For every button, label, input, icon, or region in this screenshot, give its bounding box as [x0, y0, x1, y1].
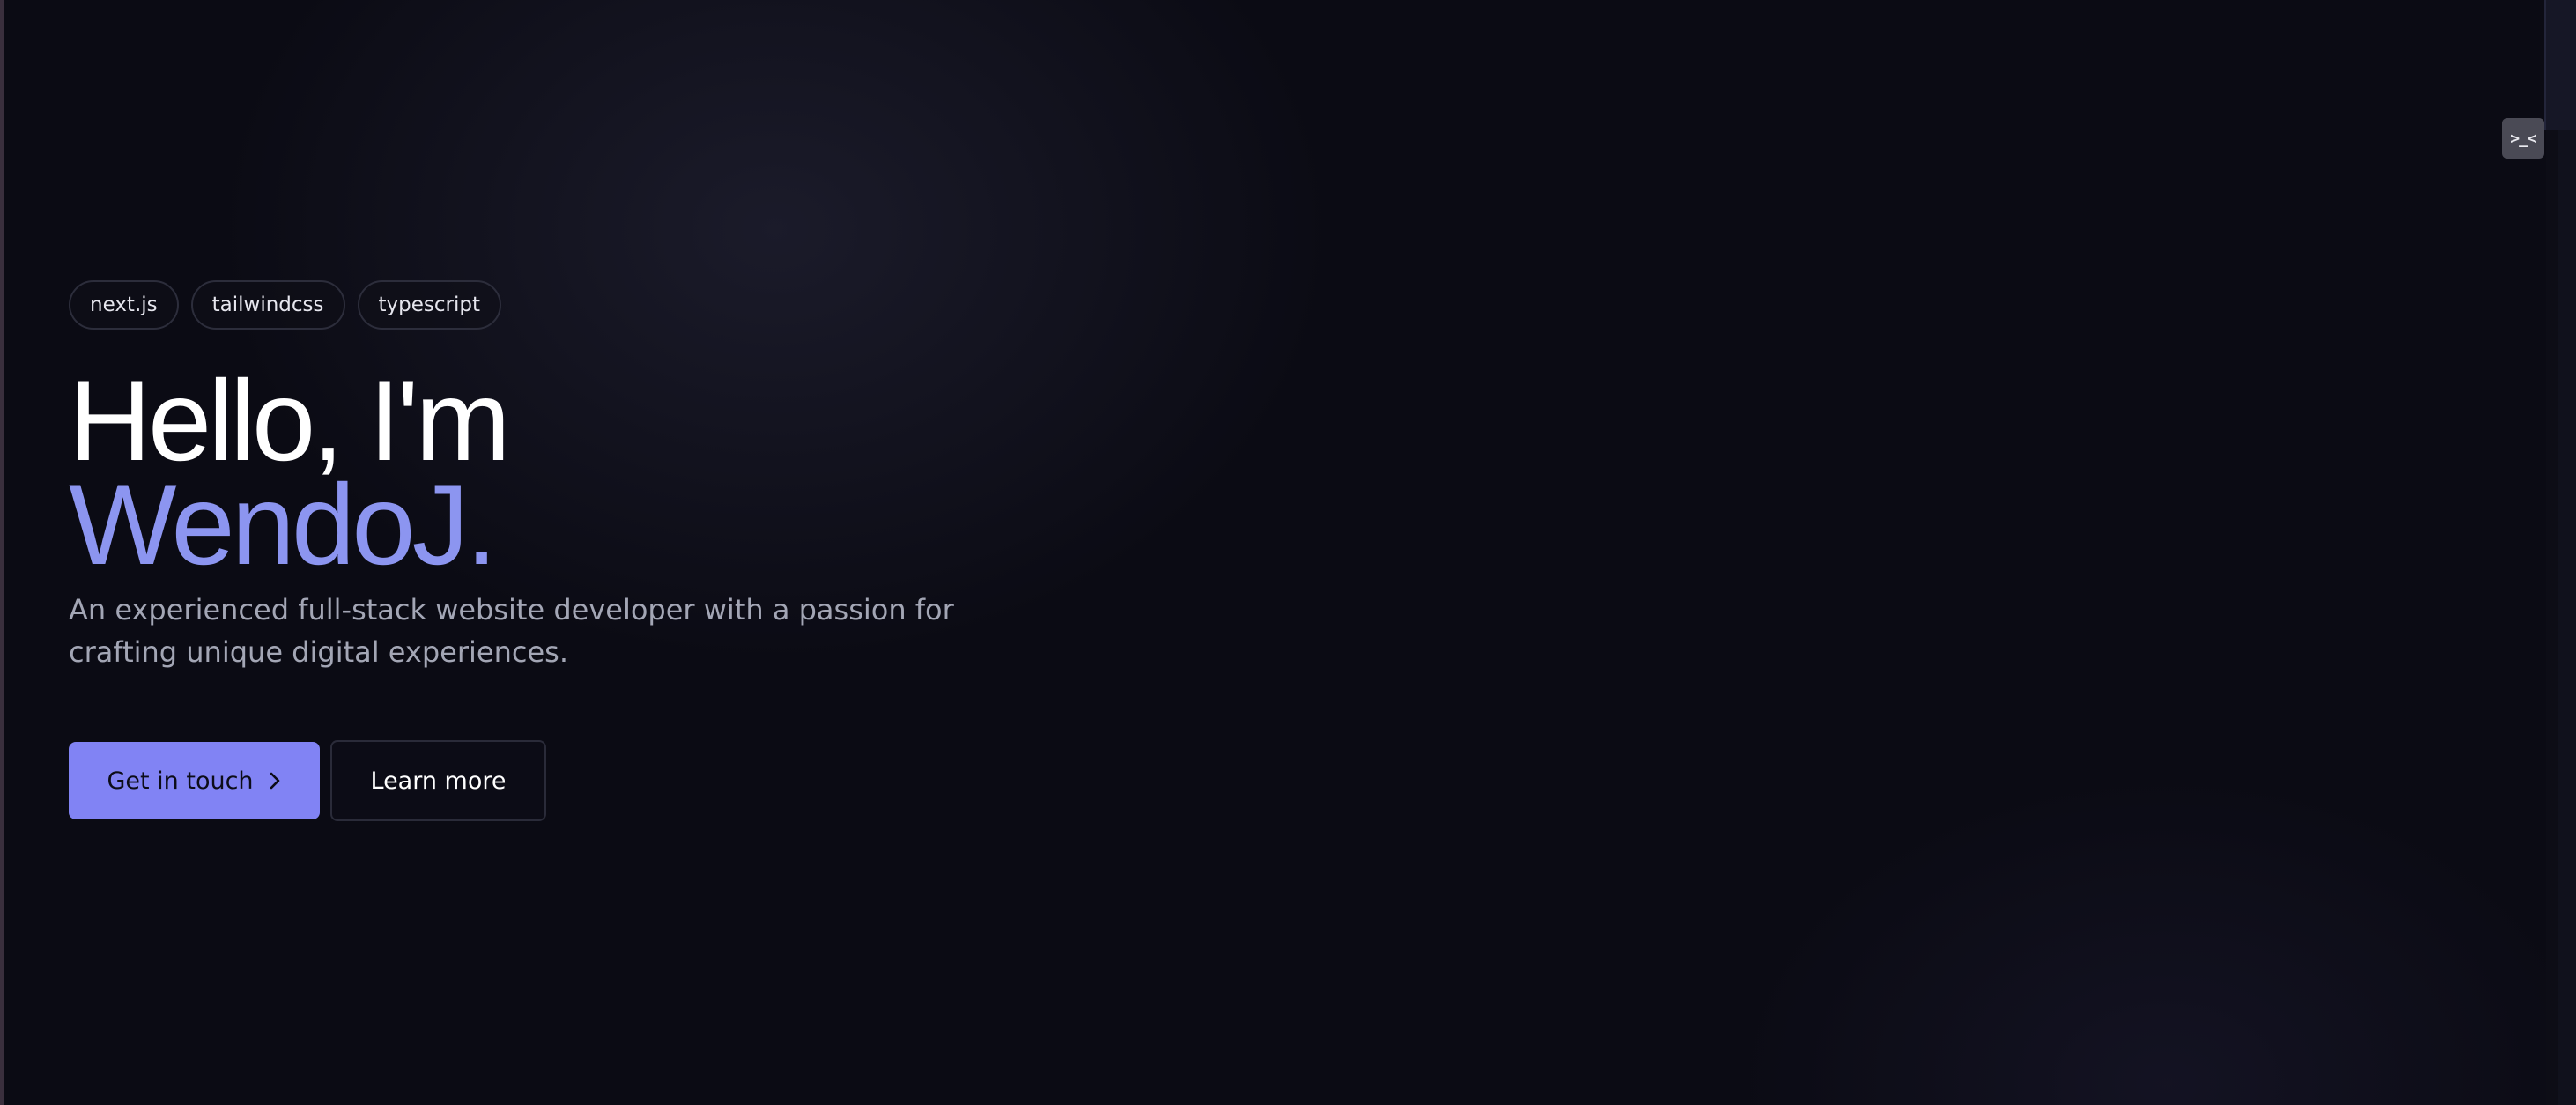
tag-tailwindcss: tailwindcss: [190, 280, 345, 330]
chevron-right-icon: [270, 772, 279, 790]
side-panel: [2544, 0, 2576, 1105]
headline-name: WendoJ.: [69, 460, 498, 589]
hero-actions: Get in touch Learn more: [69, 740, 1020, 821]
hero-section: next.js tailwindcss typescript Hello, I'…: [69, 280, 1020, 821]
hero-subtitle: An experienced full-stack website develo…: [69, 593, 954, 669]
side-panel-scrollbar[interactable]: [2558, 130, 2576, 1105]
tag-nextjs: next.js: [69, 280, 179, 330]
window-left-border: [0, 0, 4, 1105]
headline-greeting: Hello, I'm: [69, 356, 511, 485]
tag-typescript: typescript: [357, 280, 502, 330]
page: >_< next.js tailwindcss typescript Hello…: [0, 0, 2576, 1105]
devtools-toggle-button[interactable]: >_<: [2502, 118, 2544, 159]
terminal-face-icon: >_<: [2510, 129, 2536, 148]
hero-headline: Hello, I'm WendoJ.: [69, 356, 1020, 589]
side-panel-header: [2544, 0, 2576, 130]
tech-tags: next.js tailwindcss typescript: [69, 280, 1020, 330]
learn-more-label: Learn more: [370, 767, 507, 795]
get-in-touch-label: Get in touch: [107, 767, 254, 795]
get-in-touch-button[interactable]: Get in touch: [69, 742, 320, 819]
learn-more-button[interactable]: Learn more: [330, 740, 546, 821]
